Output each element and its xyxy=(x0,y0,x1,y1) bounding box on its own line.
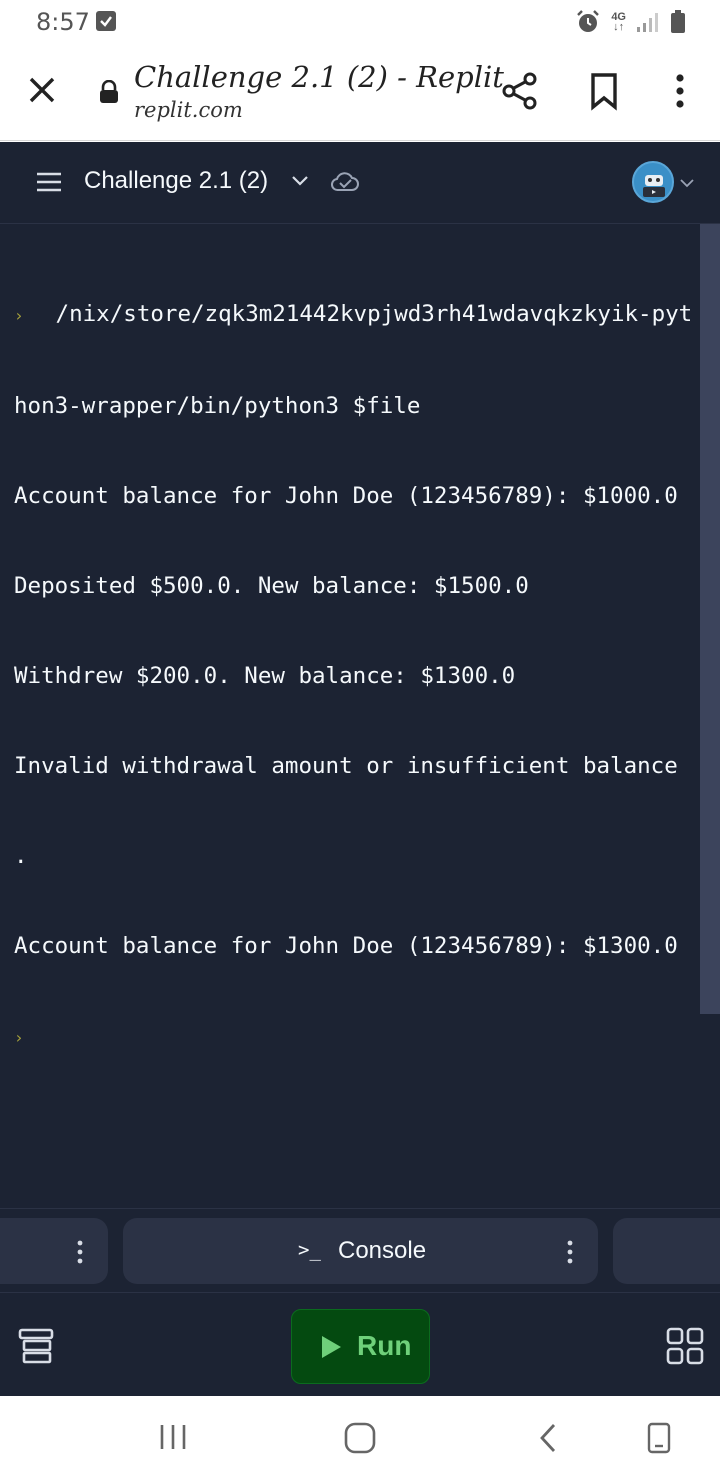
close-icon xyxy=(29,77,55,103)
tools-grid-button[interactable] xyxy=(666,1327,704,1365)
rotate-icon[interactable] xyxy=(646,1422,672,1454)
bottom-toolbar: Run xyxy=(0,1292,720,1396)
bookmark-button[interactable] xyxy=(584,70,624,112)
system-nav-bar xyxy=(0,1396,720,1480)
repl-name-dropdown[interactable] xyxy=(290,171,310,191)
prompt-icon: › xyxy=(14,1028,24,1047)
account-dropdown[interactable] xyxy=(679,175,695,191)
cloud-check-icon xyxy=(331,172,359,191)
console-line: › /nix/store/zqk3m21442kvpjwd3rh41wdavqk… xyxy=(14,299,704,331)
avatar[interactable] xyxy=(632,161,674,203)
status-bar: 8:57 4G ↓↑ xyxy=(0,0,720,44)
status-indicators: 4G ↓↑ xyxy=(575,8,686,36)
hamburger-icon xyxy=(37,172,61,192)
recents-icon[interactable] xyxy=(158,1422,188,1452)
share-button[interactable] xyxy=(500,70,540,112)
share-icon xyxy=(502,72,537,110)
notification-check-icon xyxy=(96,11,116,31)
tab-console-label: >_ Console xyxy=(298,1237,427,1264)
console-line: Withdrew $200.0. New balance: $1300.0 xyxy=(14,663,516,689)
menu-button[interactable] xyxy=(34,170,64,194)
terminal-icon: >_ xyxy=(298,1239,321,1261)
prompt-icon: › xyxy=(14,306,24,325)
bookmark-icon xyxy=(591,73,617,111)
console-line: Deposited $500.0. New balance: $1500.0 xyxy=(14,573,529,599)
repl-name[interactable]: Challenge 2.1 (2) xyxy=(84,167,268,195)
console-output[interactable]: › /nix/store/zqk3m21442kvpjwd3rh41wdavqk… xyxy=(0,224,720,1208)
console-lines: › /nix/store/zqk3m21442kvpjwd3rh41wdavqk… xyxy=(14,239,704,1113)
battery-icon xyxy=(671,10,685,33)
run-button[interactable]: Run xyxy=(291,1309,430,1384)
more-vertical-icon[interactable] xyxy=(567,1240,573,1264)
console-line: hon3-wrapper/bin/python3 $file xyxy=(14,393,421,419)
console-line: . xyxy=(14,843,28,869)
play-icon xyxy=(322,1336,341,1358)
files-button[interactable] xyxy=(18,1327,54,1365)
home-icon[interactable] xyxy=(344,1422,376,1454)
signal-icon xyxy=(637,13,658,32)
lock-icon[interactable] xyxy=(98,79,120,104)
grid-icon xyxy=(666,1327,704,1365)
tab-next[interactable] xyxy=(613,1218,720,1284)
page-title[interactable]: Challenge 2.1 (2) - Replit xyxy=(134,60,504,94)
close-tab-button[interactable] xyxy=(24,72,60,108)
alarm-icon xyxy=(577,10,600,32)
console-prompt[interactable]: › xyxy=(14,1021,704,1053)
back-icon[interactable] xyxy=(536,1422,560,1454)
console-line: Invalid withdrawal amount or insufficien… xyxy=(14,753,678,779)
more-vertical-icon[interactable] xyxy=(77,1240,83,1264)
browser-toolbar: Challenge 2.1 (2) - Replit replit.com xyxy=(0,44,720,141)
chevron-down-icon xyxy=(680,179,694,188)
console-line: Account balance for John Doe (123456789)… xyxy=(14,933,678,959)
saved-status[interactable] xyxy=(330,169,360,195)
replit-header: Challenge 2.1 (2) xyxy=(0,142,720,224)
tab-strip: >_ Console xyxy=(0,1208,720,1292)
page-url[interactable]: replit.com xyxy=(134,98,243,122)
tab-console[interactable]: >_ Console xyxy=(123,1218,598,1284)
browser-menu-button[interactable] xyxy=(662,70,698,112)
tab-previous[interactable] xyxy=(0,1218,108,1284)
console-scrollbar[interactable] xyxy=(700,224,720,1014)
status-time: 8:57 xyxy=(36,8,90,36)
files-icon xyxy=(18,1328,54,1364)
run-label: Run xyxy=(357,1330,412,1361)
network-label: 4G ↓↑ xyxy=(611,11,626,33)
console-line: Account balance for John Doe (123456789)… xyxy=(14,483,678,509)
more-vertical-icon xyxy=(676,74,684,108)
chevron-down-icon xyxy=(292,176,308,186)
